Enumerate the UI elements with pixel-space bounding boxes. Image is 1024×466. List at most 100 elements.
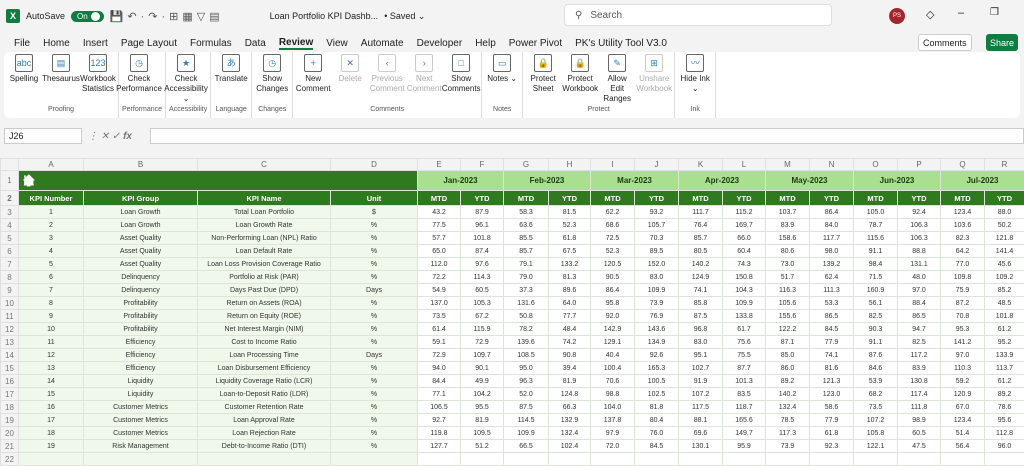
cell-O13[interactable]: 91.1 [853,335,898,349]
cell-N17[interactable]: 123.0 [809,387,854,401]
cell-E4[interactable]: 77.5 [417,218,461,232]
column-header-N[interactable]: N [809,158,854,171]
protect-sheet-button[interactable]: 🔒 Protect Sheet [526,54,560,106]
empty-cell[interactable] [940,452,985,466]
cell-L18[interactable]: 118.7 [722,400,766,414]
cell-H19[interactable]: 132.9 [548,413,591,427]
cell-D12[interactable]: % [330,322,418,336]
cell-P15[interactable]: 83.9 [897,361,941,375]
cell-M13[interactable]: 87.1 [765,335,810,349]
cell-G5[interactable]: 85.5 [503,231,549,245]
row-header[interactable]: 9 [0,283,19,297]
row-header[interactable]: 5 [0,231,19,245]
cell-Q12[interactable]: 95.3 [940,322,985,336]
empty-cell[interactable] [18,452,84,466]
cell-E13[interactable]: 59.1 [417,335,461,349]
quick-access-toolbar-icons[interactable]: 💾↶·↷·⊞▦▽▤ [110,10,224,23]
cell-C13[interactable]: Cost to Income Ratio [197,335,331,349]
cell-M6[interactable]: 80.6 [765,244,810,258]
cell-O21[interactable]: 122.1 [853,439,898,453]
empty-cell[interactable] [83,452,198,466]
cell-R10[interactable]: 48.5 [984,296,1024,310]
cell-D21[interactable]: % [330,439,418,453]
restore-icon[interactable]: ❐ [990,7,999,18]
minimize-icon[interactable]: – [958,7,964,19]
cell-H17[interactable]: 124.8 [548,387,591,401]
cell-C6[interactable]: Loan Default Rate [197,244,331,258]
cell-E20[interactable]: 119.8 [417,426,461,440]
cell-B3[interactable]: Loan Growth [83,205,198,219]
cell-O11[interactable]: 82.5 [853,309,898,323]
cell-I6[interactable]: 52.3 [590,244,635,258]
cell-N3[interactable]: 86.4 [809,205,854,219]
cell-E8[interactable]: 72.2 [417,270,461,284]
cell-A7[interactable]: 5 [18,257,84,271]
cell-F13[interactable]: 72.9 [460,335,504,349]
cell-R16[interactable]: 61.2 [984,374,1024,388]
cell-L10[interactable]: 109.9 [722,296,766,310]
cell-N16[interactable]: 121.3 [809,374,854,388]
cell-H3[interactable]: 81.5 [548,205,591,219]
cell-Q6[interactable]: 64.2 [940,244,985,258]
cell-O6[interactable]: 91.1 [853,244,898,258]
cell-E18[interactable]: 106.5 [417,400,461,414]
cell-E6[interactable]: 65.0 [417,244,461,258]
formula-input[interactable] [150,128,1024,144]
cell-E19[interactable]: 92.7 [417,413,461,427]
cell-H11[interactable]: 77.7 [548,309,591,323]
cell-K6[interactable]: 80.5 [678,244,723,258]
cell-P6[interactable]: 88.8 [897,244,941,258]
column-header-F[interactable]: F [460,158,504,171]
cell-P8[interactable]: 48.0 [897,270,941,284]
cell-G7[interactable]: 79.1 [503,257,549,271]
cell-L13[interactable]: 75.6 [722,335,766,349]
document-title[interactable]: Loan Portfolio KPI Dashb... [270,11,379,21]
cell-J7[interactable]: 152.0 [634,257,679,271]
cell-F7[interactable]: 97.6 [460,257,504,271]
cell-C9[interactable]: Days Past Due (DPD) [197,283,331,297]
cell-F20[interactable]: 109.5 [460,426,504,440]
cell-E16[interactable]: 84.4 [417,374,461,388]
empty-cell[interactable] [678,452,723,466]
next-comment-button[interactable]: › Next Comment [407,54,442,106]
cell-H4[interactable]: 52.3 [548,218,591,232]
cell-C16[interactable]: Liquidity Coverage Ratio (LCR) [197,374,331,388]
cell-O9[interactable]: 160.9 [853,283,898,297]
cell-H13[interactable]: 74.2 [548,335,591,349]
cell-J14[interactable]: 92.6 [634,348,679,362]
protect-workbook-button[interactable]: 🔒 Protect Workbook [562,54,598,106]
cell-C19[interactable]: Loan Approval Rate [197,413,331,427]
cell-G19[interactable]: 114.5 [503,413,549,427]
cell-N20[interactable]: 61.8 [809,426,854,440]
column-header-C[interactable]: C [197,158,331,171]
cell-B5[interactable]: Asset Quality [83,231,198,245]
cell-G16[interactable]: 96.3 [503,374,549,388]
cell-B18[interactable]: Customer Metrics [83,400,198,414]
column-header-A[interactable]: A [18,158,84,171]
cell-F15[interactable]: 90.1 [460,361,504,375]
cell-K17[interactable]: 107.2 [678,387,723,401]
cell-O18[interactable]: 73.5 [853,400,898,414]
cell-M14[interactable]: 85.0 [765,348,810,362]
search-box[interactable]: ⚲ Search [564,4,832,26]
cell-B12[interactable]: Profitability [83,322,198,336]
cell-C5[interactable]: Non-Performing Loan (NPL) Ratio [197,231,331,245]
cell-D5[interactable]: % [330,231,418,245]
cell-M12[interactable]: 122.2 [765,322,810,336]
cell-O16[interactable]: 53.9 [853,374,898,388]
cell-D19[interactable]: % [330,413,418,427]
cell-G6[interactable]: 85.7 [503,244,549,258]
tab-home[interactable]: Home [43,38,70,49]
cell-I18[interactable]: 104.0 [590,400,635,414]
cell-N14[interactable]: 74.1 [809,348,854,362]
cell-P17[interactable]: 117.4 [897,387,941,401]
cell-R9[interactable]: 85.2 [984,283,1024,297]
cell-G13[interactable]: 139.6 [503,335,549,349]
spelling-button[interactable]: abc Spelling [7,54,41,106]
cell-E15[interactable]: 94.0 [417,361,461,375]
cell-O8[interactable]: 71.5 [853,270,898,284]
cell-D13[interactable]: % [330,335,418,349]
column-header-Q[interactable]: Q [940,158,985,171]
cell-O19[interactable]: 107.2 [853,413,898,427]
cell-J12[interactable]: 143.6 [634,322,679,336]
